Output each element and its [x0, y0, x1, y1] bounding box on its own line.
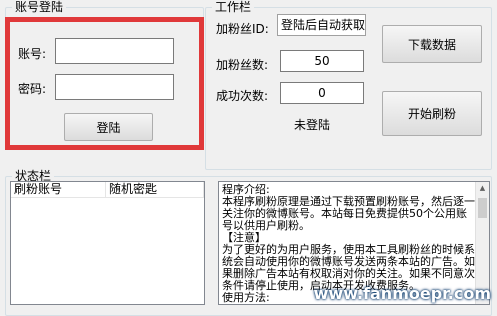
fan-count-label: 加粉丝数:	[216, 58, 269, 72]
login-status-text: 未登陆	[294, 118, 331, 132]
fan-id-label: 加粉丝ID:	[216, 22, 269, 36]
scroll-up-icon[interactable]: ▲	[476, 182, 489, 195]
column-header-key[interactable]: 随机密匙	[106, 182, 204, 198]
success-count-label: 成功次数:	[216, 89, 269, 103]
watermark: www.fanmoepr.com	[313, 284, 491, 303]
fan-count-input[interactable]: 50	[280, 50, 364, 72]
account-list[interactable]: 刷粉账号 随机密匙	[10, 181, 205, 305]
download-data-button[interactable]: 下载数据	[382, 25, 482, 63]
password-input[interactable]	[55, 74, 174, 100]
intro-line: 本程序刷粉原理是通过下载预置刷粉账号，然后逐一关注你的微博账号。本站每日免费提供…	[222, 195, 475, 232]
login-button[interactable]: 登陆	[64, 113, 153, 141]
scroll-thumb[interactable]	[478, 198, 487, 218]
fan-id-input[interactable]: 登陆后自动获取	[277, 14, 366, 36]
username-label: 账号:	[18, 47, 47, 61]
username-input[interactable]	[55, 38, 174, 64]
start-button[interactable]: 开始刷粉	[382, 91, 482, 136]
work-group-title: 工作栏	[212, 0, 255, 14]
password-label: 密码:	[18, 82, 47, 96]
list-header: 刷粉账号 随机密匙	[11, 182, 204, 198]
column-header-account[interactable]: 刷粉账号	[11, 182, 106, 198]
success-count-input[interactable]: 0	[280, 82, 364, 104]
account-login-title: 账号登陆	[12, 0, 67, 14]
